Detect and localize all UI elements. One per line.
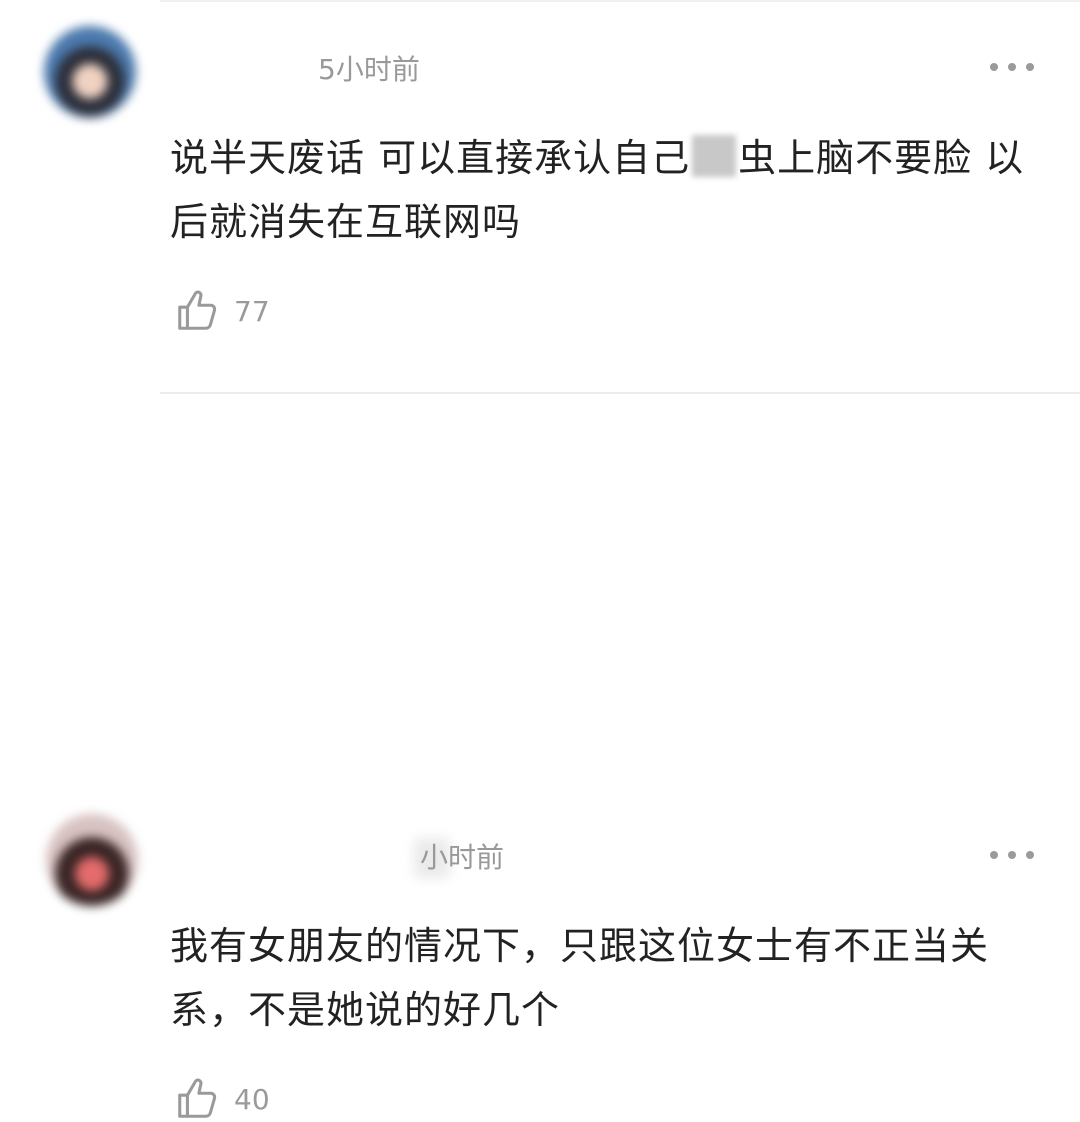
like-button[interactable]: 77 (174, 288, 270, 334)
comment-text: 我有女朋友的情况下，只跟这位女士有不正当关系，不是她说的好几个 (170, 924, 990, 1032)
thumbs-up-icon (178, 290, 217, 330)
redacted-word (692, 135, 737, 177)
comment-timestamp: 小时前 (420, 841, 505, 874)
comment-text: 说半天废话 可以直接承认自己 虫上脑不要脸 以后就消失在互联网吗 (170, 126, 1040, 254)
comment-timestamp: 5小时前 (318, 53, 420, 86)
comment-text-part: 说半天废话 可以直接承认自己 (170, 136, 691, 180)
avatar[interactable] (46, 814, 138, 906)
like-count: 77 (234, 294, 270, 328)
like-button[interactable]: 40 (174, 1076, 270, 1122)
comment-item: 5小时前 说半天废话 可以直接承认自己 虫上脑不要脸 以后就消失在互联网吗 77 (0, 0, 1080, 392)
comment-item: 小时前 我有女朋友的情况下，只跟这位女士有不正当关系，不是她说的好几个 40 (0, 394, 1080, 1118)
thumbs-up-icon (178, 1078, 217, 1118)
avatar[interactable] (44, 26, 136, 118)
like-count: 40 (234, 1082, 270, 1116)
more-options-icon[interactable] (990, 848, 1034, 862)
more-options-icon[interactable] (990, 60, 1034, 74)
